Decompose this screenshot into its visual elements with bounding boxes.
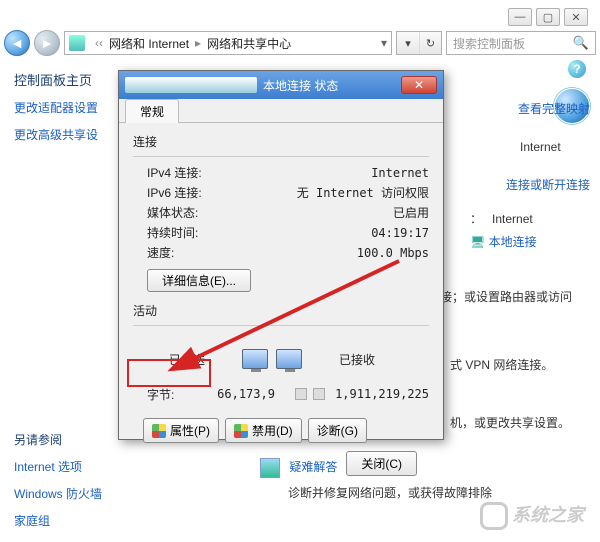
sidebar: 控制面板主页 更改适配器设置 更改高级共享设 另请参阅 Internet 选项 …: [14, 70, 134, 539]
section-connection-label: 连接: [133, 133, 429, 150]
recv-label: 已接收: [317, 351, 397, 368]
nav-back-button[interactable]: ◄: [4, 30, 30, 56]
properties-button[interactable]: 属性(P): [143, 418, 219, 443]
disable-button[interactable]: 禁用(D): [225, 418, 302, 443]
close-button[interactable]: ✕: [564, 8, 588, 26]
nav-forward-button[interactable]: ►: [34, 30, 60, 56]
sidebar-link-internet-options[interactable]: Internet 选项: [14, 458, 134, 475]
help-icon[interactable]: ?: [568, 60, 586, 78]
access-colon: ：: [470, 212, 482, 226]
dialog-titlebar[interactable]: 本地连接 状态 ✕: [119, 71, 443, 99]
toolbar: ◄ ► ‹‹ 网络和 Internet ▸ 网络和共享中心 ▾ ▾ ↻ 搜索控制…: [4, 28, 596, 58]
breadcrumb-seg-1[interactable]: 网络和 Internet: [109, 35, 189, 52]
search-icon: 🔍: [573, 35, 589, 51]
right-column-4: 连接或断开连接: [460, 176, 590, 207]
frag-router: 接；或设置路由器或访问: [440, 288, 590, 305]
sidebar-link-adapter[interactable]: 更改适配器设置: [14, 99, 134, 116]
chevron-right-icon: ▸: [195, 36, 201, 50]
local-connection-link[interactable]: 本地连接: [489, 235, 537, 249]
right-column-2: 查看完整映射: [460, 100, 590, 131]
section-activity-label: 活动: [133, 302, 429, 319]
dialog-close-footer-button[interactable]: 关闭(C): [346, 451, 417, 476]
right-column-3: Internet: [460, 140, 590, 168]
search-placeholder: 搜索控制面板: [453, 35, 525, 52]
details-button[interactable]: 详细信息(E)...: [147, 269, 251, 292]
activity-monitor-icon: [237, 336, 307, 382]
sent-label: 已发送: [147, 351, 227, 368]
breadcrumb-dropdown-icon[interactable]: ▾: [381, 36, 387, 50]
connect-disconnect-link[interactable]: 连接或断开连接: [506, 178, 590, 192]
duration-value: 04:19:17: [371, 223, 429, 243]
activity-indicator-icon: [295, 384, 325, 404]
media-value: 已启用: [393, 203, 429, 223]
duration-label: 持续时间:: [147, 223, 198, 243]
frag-vpn: 式 VPN 网络连接。: [450, 356, 590, 373]
watermark: 系统之家: [480, 501, 584, 530]
dialog-title: 本地连接 状态: [263, 77, 395, 94]
breadcrumb[interactable]: ‹‹ 网络和 Internet ▸ 网络和共享中心 ▾: [64, 31, 392, 55]
internet-label: Internet: [460, 140, 590, 154]
speed-label: 速度:: [147, 243, 174, 263]
dialog-footer: 关闭(C): [133, 443, 429, 476]
breadcrumb-seg-2[interactable]: 网络和共享中心: [207, 35, 291, 52]
sidebar-see-also: 另请参阅: [14, 431, 134, 448]
dialog-close-button[interactable]: ✕: [401, 76, 437, 94]
maximize-button[interactable]: ▢: [536, 8, 560, 26]
dialog-button-row: 属性(P) 禁用(D) 诊断(G): [133, 418, 429, 443]
ipv4-value: Internet: [371, 163, 429, 183]
media-label: 媒体状态:: [147, 203, 198, 223]
bytes-label: 字节:: [147, 386, 197, 403]
tab-general[interactable]: 常规: [125, 99, 179, 123]
dialog-tabs: 常规: [119, 99, 443, 123]
connection-status-dialog: 本地连接 状态 ✕ 常规 连接 IPv4 连接: Internet IPv6 连接…: [118, 70, 444, 440]
search-input[interactable]: 搜索控制面板 🔍: [446, 31, 596, 55]
uac-shield-icon: [234, 424, 248, 438]
sidebar-link-firewall[interactable]: Windows 防火墙: [14, 485, 134, 502]
sidebar-link-homegroup[interactable]: 家庭组: [14, 512, 134, 529]
bytes-recv-value: 1,911,219,225: [335, 387, 429, 401]
troubleshoot-desc: 诊断并修复网络问题，或获得故障排除: [288, 484, 492, 501]
access-value: Internet: [492, 212, 533, 226]
speed-value: 100.0 Mbps: [357, 243, 429, 263]
divider: [133, 156, 429, 157]
right-column-5: ： Internet 🖥 本地连接: [470, 210, 590, 250]
frag-change: 机，或更改共享设置。: [450, 414, 590, 431]
sidebar-heading: 控制面板主页: [14, 70, 134, 89]
control-panel-icon: [69, 35, 85, 51]
minimize-button[interactable]: —: [508, 8, 532, 26]
watermark-logo-icon: [480, 502, 508, 530]
view-full-map-link[interactable]: 查看完整映射: [518, 102, 590, 116]
ipv6-value: 无 Internet 访问权限: [297, 183, 429, 203]
ipv4-label: IPv4 连接:: [147, 163, 202, 183]
breadcrumb-sep: ‹‹: [95, 36, 103, 50]
refresh-group: ▾ ↻: [396, 31, 442, 55]
uac-shield-icon: [152, 424, 166, 438]
refresh-dropdown-button[interactable]: ▾: [397, 32, 419, 54]
diagnose-button[interactable]: 诊断(G): [308, 418, 367, 443]
ipv6-label: IPv6 连接:: [147, 183, 202, 203]
sidebar-link-sharing[interactable]: 更改高级共享设: [14, 126, 134, 143]
bytes-sent-value: 66,173,9: [207, 387, 285, 401]
refresh-button[interactable]: ↻: [419, 32, 441, 54]
adapter-icon: [125, 77, 257, 93]
window-controls: — ▢ ✕: [508, 8, 588, 26]
divider: [133, 325, 429, 326]
adapter-icon: 🖥: [470, 235, 485, 249]
dialog-body: 连接 IPv4 连接: Internet IPv6 连接: 无 Internet 访…: [119, 123, 443, 439]
